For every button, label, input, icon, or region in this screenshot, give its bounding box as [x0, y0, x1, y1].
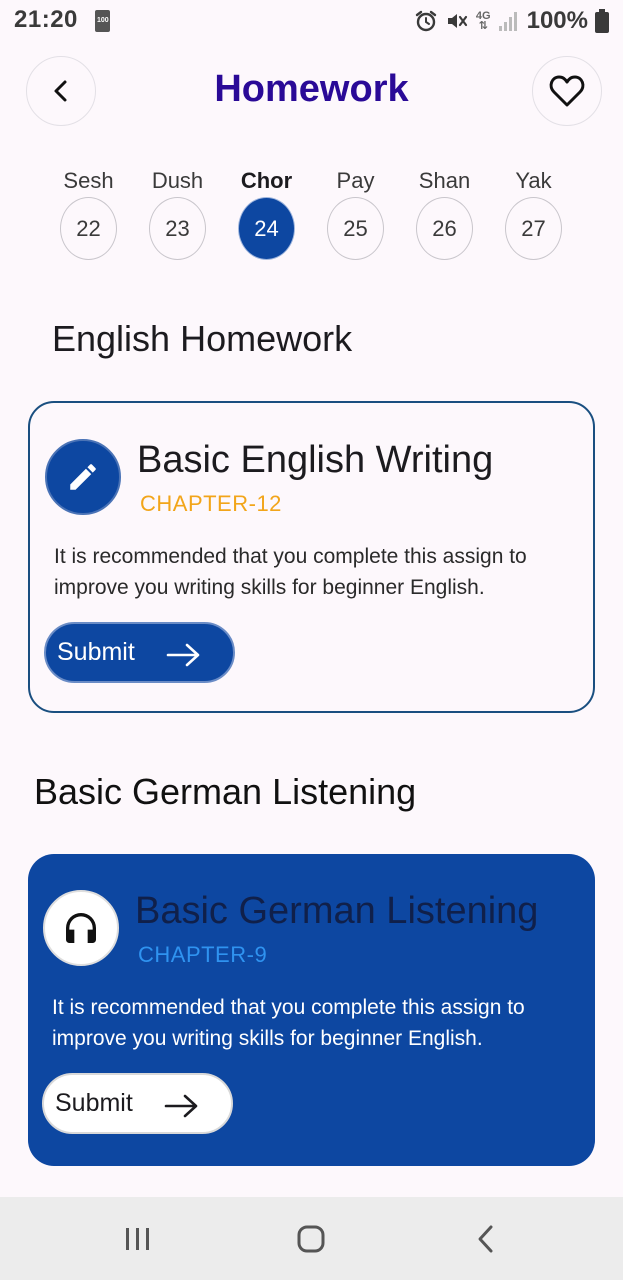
alarm-icon	[415, 10, 437, 32]
card-title: Basic German Listening	[135, 890, 539, 932]
submit-label: Submit	[55, 1089, 133, 1117]
arrow-right-icon	[164, 1094, 198, 1118]
back-icon	[478, 1225, 493, 1253]
day-name: Yak	[515, 168, 552, 193]
homework-screen: 21:20 100 4G ⇅ 100% Homework Sesh 22 Dus…	[0, 0, 623, 1280]
status-icons: 4G ⇅ 100%	[414, 6, 609, 36]
day-picker: Sesh 22 Dush 23 Chor 24 Pay 25 Shan 26 Y…	[44, 168, 579, 260]
favorite-button[interactable]	[532, 56, 602, 126]
day-date[interactable]: 23	[149, 197, 206, 260]
battery-percent: 100%	[526, 7, 588, 34]
submit-label: Submit	[57, 638, 135, 666]
card-chapter: CHAPTER-12	[140, 491, 282, 516]
day-name: Sesh	[63, 168, 114, 193]
network-type-icon: 4G ⇅	[476, 11, 491, 32]
card-description: It is recommended that you complete this…	[54, 545, 527, 599]
homework-card[interactable]: Basic German Listening CHAPTER-9 It is r…	[28, 854, 595, 1166]
day-item-dush[interactable]: Dush 23	[133, 168, 222, 260]
day-item-chor[interactable]: Chor 24	[222, 168, 311, 260]
card-chapter: CHAPTER-9	[138, 942, 268, 967]
day-item-sesh[interactable]: Sesh 22	[44, 168, 133, 260]
submit-button[interactable]: Submit	[44, 622, 235, 683]
battery-small-label: 100	[97, 17, 109, 24]
day-name: Dush	[151, 168, 204, 193]
status-time: 21:20	[14, 6, 78, 33]
battery-saver-icon: 100	[95, 10, 110, 32]
day-item-pay[interactable]: Pay 25	[311, 168, 400, 260]
pencil-icon	[70, 464, 96, 490]
day-name: Pay	[336, 168, 375, 193]
home-button[interactable]	[281, 1217, 341, 1261]
data-arrows-icon: ⇅	[478, 20, 488, 32]
signal-icon	[498, 12, 517, 31]
day-date[interactable]: 26	[416, 197, 473, 260]
day-item-yak[interactable]: Yak 27	[489, 168, 578, 260]
day-name: Shan	[418, 168, 471, 193]
card-icon-badge	[45, 439, 121, 515]
day-name-selected: Chor	[240, 168, 293, 193]
submit-button[interactable]: Submit	[42, 1073, 233, 1134]
nav-back-button[interactable]	[456, 1217, 516, 1261]
page-title: Homework	[214, 68, 409, 110]
day-date[interactable]: 25	[327, 197, 384, 260]
battery-icon	[595, 9, 609, 33]
system-nav-bar	[0, 1197, 623, 1280]
section-heading: Basic German Listening	[34, 771, 417, 812]
day-date[interactable]: 27	[505, 197, 562, 260]
arrow-right-icon	[166, 643, 200, 667]
day-item-shan[interactable]: Shan 26	[400, 168, 489, 260]
section-heading: English Homework	[52, 318, 353, 359]
day-date-selected[interactable]: 24	[238, 197, 295, 260]
card-icon-badge	[43, 890, 119, 966]
recent-apps-icon	[126, 1228, 149, 1250]
homework-card[interactable]: Basic English Writing CHAPTER-12 It is r…	[28, 401, 595, 713]
status-bar: 21:20 100 4G ⇅ 100%	[0, 0, 623, 42]
mute-icon	[447, 14, 468, 28]
day-date[interactable]: 22	[60, 197, 117, 260]
card-title: Basic English Writing	[137, 439, 494, 481]
headphones-icon	[66, 913, 96, 943]
home-icon	[297, 1225, 325, 1253]
heart-outline-icon	[549, 75, 585, 107]
card-description: It is recommended that you complete this…	[52, 996, 525, 1050]
recent-apps-button[interactable]	[108, 1217, 168, 1261]
